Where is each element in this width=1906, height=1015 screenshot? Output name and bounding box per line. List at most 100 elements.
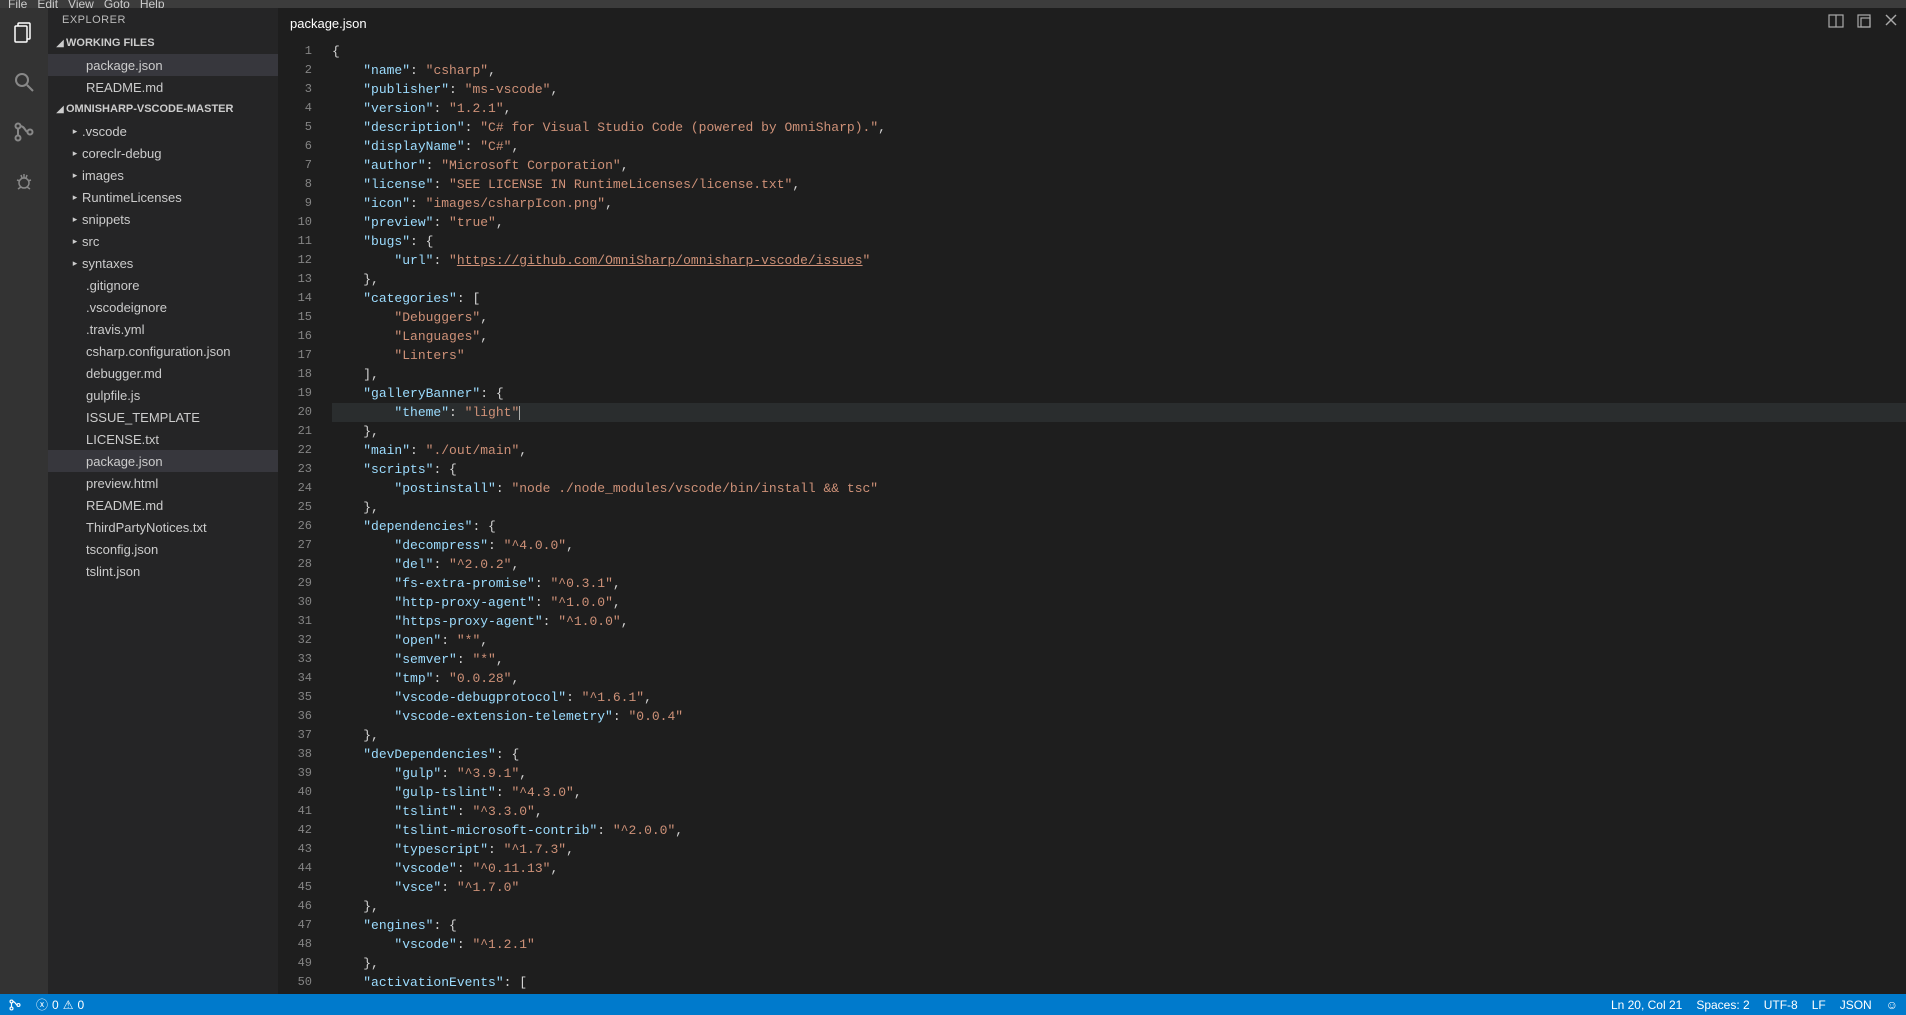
code-content[interactable]: { "name": "csharp", "publisher": "ms-vsc… (326, 38, 1906, 994)
code-line[interactable]: "del": "^2.0.2", (332, 555, 1906, 574)
tree-item[interactable]: ▸coreclr-debug (48, 142, 278, 164)
tree-item[interactable]: ▸.vscode (48, 120, 278, 142)
tree-item[interactable]: tslint.json (48, 560, 278, 582)
git-icon[interactable] (10, 118, 38, 146)
tree-item[interactable]: ▸RuntimeLicenses (48, 186, 278, 208)
tree-item[interactable]: csharp.configuration.json (48, 340, 278, 362)
code-line[interactable]: "Languages", (332, 327, 1906, 346)
code-line[interactable]: "author": "Microsoft Corporation", (332, 156, 1906, 175)
code-line[interactable]: "semver": "*", (332, 650, 1906, 669)
code-line[interactable]: "open": "*", (332, 631, 1906, 650)
menu-file[interactable]: File (8, 0, 27, 8)
code-line[interactable]: "https-proxy-agent": "^1.0.0", (332, 612, 1906, 631)
status-encoding[interactable]: UTF-8 (1764, 998, 1798, 1012)
tree-item[interactable]: LICENSE.txt (48, 428, 278, 450)
code-line[interactable]: { (332, 42, 1906, 61)
code-line[interactable]: "fs-extra-promise": "^0.3.1", (332, 574, 1906, 593)
code-line[interactable]: "gulp": "^3.9.1", (332, 764, 1906, 783)
more-actions-icon[interactable] (1856, 13, 1872, 29)
code-line[interactable]: "tslint": "^3.3.0", (332, 802, 1906, 821)
menubar[interactable]: File Edit View Goto Help (0, 0, 1906, 8)
tree-item[interactable]: .gitignore (48, 274, 278, 296)
code-line[interactable]: "vsce": "^1.7.0" (332, 878, 1906, 897)
status-feedback-icon[interactable]: ☺ (1886, 998, 1898, 1012)
tree-item[interactable]: ▸images (48, 164, 278, 186)
open-tab[interactable]: package.json (290, 16, 367, 31)
menu-edit[interactable]: Edit (37, 0, 58, 8)
tree-item[interactable]: ▸snippets (48, 208, 278, 230)
status-eol[interactable]: LF (1812, 998, 1826, 1012)
code-line[interactable]: "decompress": "^4.0.0", (332, 536, 1906, 555)
tree-item[interactable]: ISSUE_TEMPLATE (48, 406, 278, 428)
status-lang[interactable]: JSON (1840, 998, 1872, 1012)
code-line[interactable]: "name": "csharp", (332, 61, 1906, 80)
tree-item[interactable]: preview.html (48, 472, 278, 494)
search-icon[interactable] (10, 68, 38, 96)
tree-item[interactable]: debugger.md (48, 362, 278, 384)
code-line[interactable]: "main": "./out/main", (332, 441, 1906, 460)
code-line[interactable]: "postinstall": "node ./node_modules/vsco… (332, 479, 1906, 498)
explorer-icon[interactable] (10, 18, 38, 46)
tree-item[interactable]: ▸src (48, 230, 278, 252)
code-line[interactable]: "devDependencies": { (332, 745, 1906, 764)
code-line[interactable]: }, (332, 897, 1906, 916)
tree-item[interactable]: ThirdPartyNotices.txt (48, 516, 278, 538)
code-line[interactable]: "url": "https://github.com/OmniSharp/omn… (332, 251, 1906, 270)
code-line[interactable]: "vscode-debugprotocol": "^1.6.1", (332, 688, 1906, 707)
code-line[interactable]: "galleryBanner": { (332, 384, 1906, 403)
code-line[interactable]: }, (332, 270, 1906, 289)
close-icon[interactable] (1884, 13, 1898, 29)
code-line[interactable]: "tmp": "0.0.28", (332, 669, 1906, 688)
code-line[interactable]: "tslint-microsoft-contrib": "^2.0.0", (332, 821, 1906, 840)
status-lncol[interactable]: Ln 20, Col 21 (1611, 998, 1682, 1012)
code-line[interactable]: }, (332, 422, 1906, 441)
working-file[interactable]: package.json (48, 54, 278, 76)
code-line[interactable]: "activationEvents": [ (332, 973, 1906, 992)
code-line[interactable]: }, (332, 954, 1906, 973)
code-line[interactable]: "engines": { (332, 916, 1906, 935)
tree-item[interactable]: ▸syntaxes (48, 252, 278, 274)
code-line[interactable]: "vscode": "^0.11.13", (332, 859, 1906, 878)
tree-item[interactable]: package.json (48, 450, 278, 472)
code-line[interactable]: ], (332, 365, 1906, 384)
code-line[interactable]: "icon": "images/csharpIcon.png", (332, 194, 1906, 213)
code-line[interactable]: "description": "C# for Visual Studio Cod… (332, 118, 1906, 137)
menu-goto[interactable]: Goto (104, 0, 130, 8)
code-line[interactable]: "vscode": "^1.2.1" (332, 935, 1906, 954)
menu-view[interactable]: View (68, 0, 94, 8)
code-line[interactable]: }, (332, 726, 1906, 745)
folder-header[interactable]: ◢ OMNISHARP-VSCODE-MASTER (48, 98, 278, 120)
status-git-icon[interactable] (8, 998, 22, 1012)
code-line[interactable]: "license": "SEE LICENSE IN RuntimeLicens… (332, 175, 1906, 194)
menu-help[interactable]: Help (140, 0, 165, 8)
code-line[interactable]: "vscode-extension-telemetry": "0.0.4" (332, 707, 1906, 726)
code-line[interactable]: "typescript": "^1.7.3", (332, 840, 1906, 859)
working-files-header[interactable]: ◢ WORKING FILES (48, 32, 278, 54)
tree-item[interactable]: .travis.yml (48, 318, 278, 340)
code-line[interactable]: "Linters" (332, 346, 1906, 365)
debug-icon[interactable] (10, 168, 38, 196)
tree-item[interactable]: tsconfig.json (48, 538, 278, 560)
editor-body[interactable]: 1234567891011121314151617181920212223242… (278, 38, 1906, 994)
code-line[interactable]: "version": "1.2.1", (332, 99, 1906, 118)
tree-item[interactable]: README.md (48, 494, 278, 516)
code-line[interactable]: "http-proxy-agent": "^1.0.0", (332, 593, 1906, 612)
code-line[interactable]: "displayName": "C#", (332, 137, 1906, 156)
status-spaces[interactable]: Spaces: 2 (1696, 998, 1749, 1012)
code-line[interactable]: "categories": [ (332, 289, 1906, 308)
status-problems[interactable]: ⓧ0 ⚠0 (36, 996, 84, 1013)
code-line[interactable]: }, (332, 498, 1906, 517)
code-line[interactable]: "scripts": { (332, 460, 1906, 479)
code-line[interactable]: "publisher": "ms-vscode", (332, 80, 1906, 99)
token-key: "vscode-debugprotocol" (394, 690, 566, 705)
code-line[interactable]: "bugs": { (332, 232, 1906, 251)
code-line[interactable]: "Debuggers", (332, 308, 1906, 327)
code-line[interactable]: "preview": "true", (332, 213, 1906, 232)
tree-item[interactable]: .vscodeignore (48, 296, 278, 318)
code-line[interactable]: "gulp-tslint": "^4.3.0", (332, 783, 1906, 802)
tree-item[interactable]: gulpfile.js (48, 384, 278, 406)
code-line[interactable]: "theme": "light" (332, 403, 1906, 422)
code-line[interactable]: "dependencies": { (332, 517, 1906, 536)
working-file[interactable]: README.md (48, 76, 278, 98)
split-editor-icon[interactable] (1828, 13, 1844, 29)
